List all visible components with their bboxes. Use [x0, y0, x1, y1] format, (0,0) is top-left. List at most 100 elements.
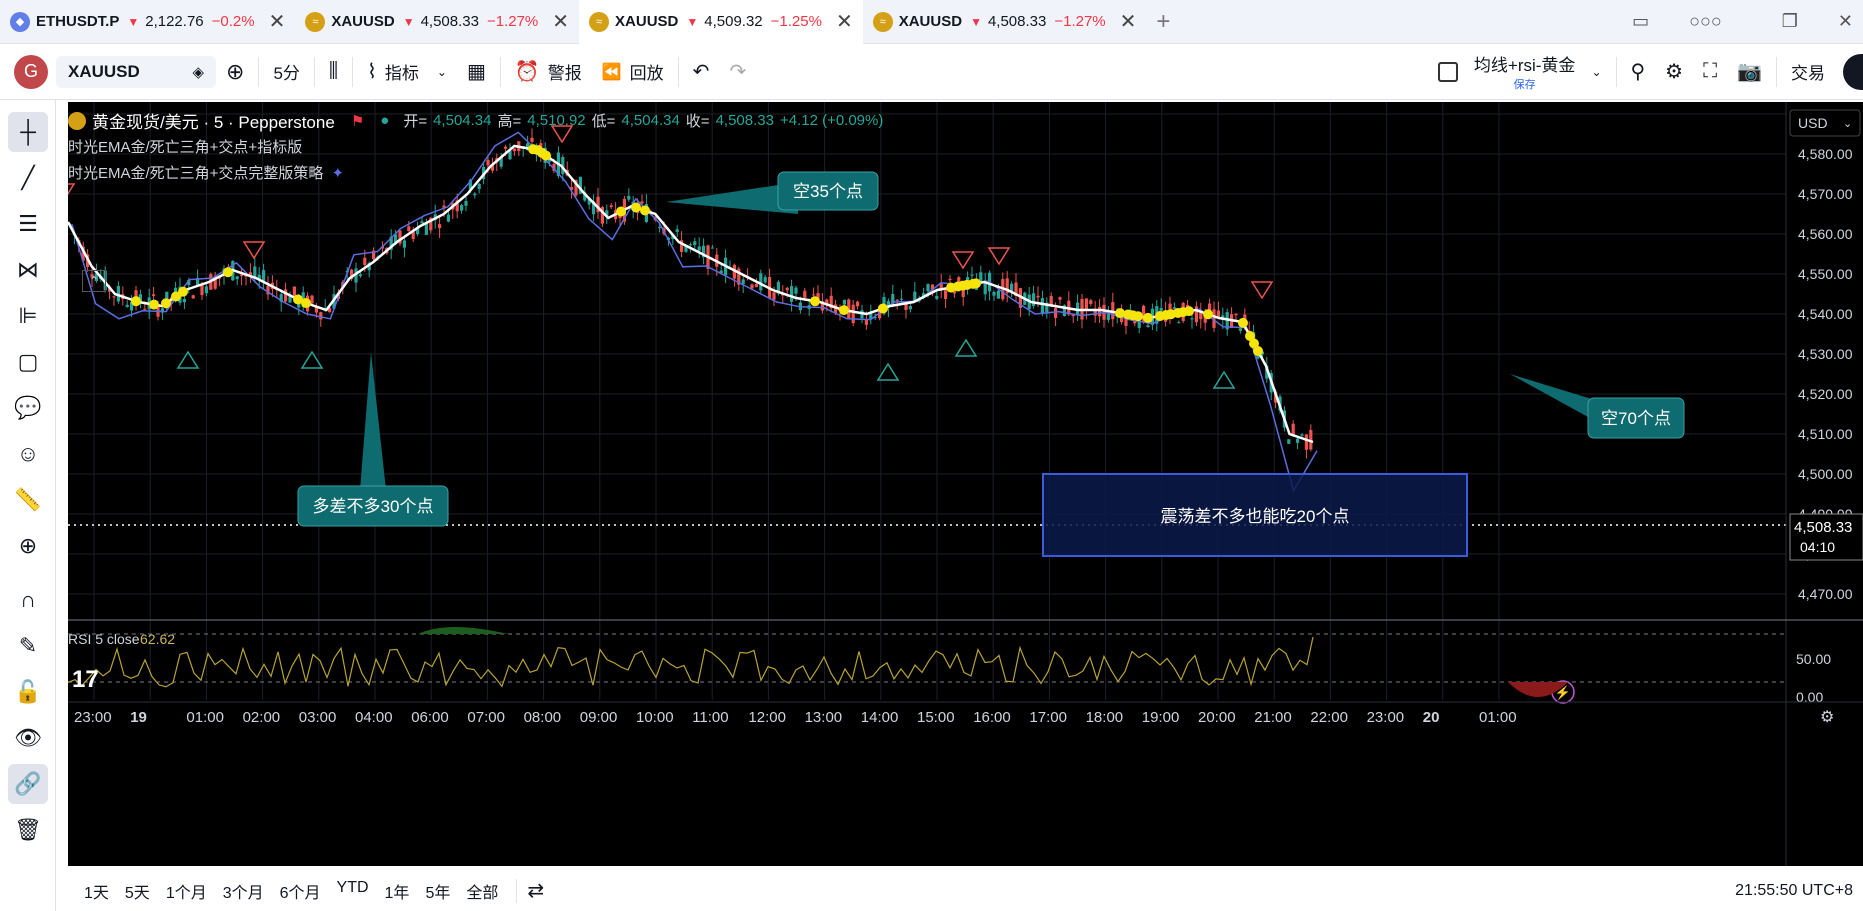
more-icon[interactable]: ○○○ — [1679, 0, 1732, 44]
range-button-8[interactable]: 全部 — [458, 879, 506, 903]
new-tab-button[interactable]: + — [1146, 0, 1180, 44]
tab-2[interactable]: ≈ XAUUSD ▼ 4,509.32 −1.25% ✕ — [579, 0, 863, 44]
price-axis[interactable] — [1786, 102, 1863, 866]
screenshot-button[interactable]: 📷 — [1727, 44, 1772, 100]
undo-button[interactable]: ↶ — [683, 44, 720, 100]
close-icon[interactable]: ✕ — [552, 9, 569, 34]
buy-triangle — [1212, 370, 1236, 389]
layout-name-button[interactable]: 均线+rsi-黄金 保存 — [1468, 44, 1582, 100]
range-button-7[interactable]: 5年 — [417, 879, 458, 903]
range-button-2[interactable]: 1个月 — [158, 879, 215, 903]
shapes-icon[interactable]: ▢ — [8, 342, 48, 382]
candle-body — [948, 278, 952, 281]
text-note-icon[interactable]: 💬 — [8, 388, 48, 428]
indicator-legend-1[interactable]: 时光EMA金/死亡三角+交点+指标版 — [68, 136, 302, 157]
callout-pointer — [360, 352, 386, 490]
trade-button[interactable]: 交易 — [1781, 44, 1835, 100]
tab-0[interactable]: ◆ ETHUSDT.P ▼ 2,122.76 −0.2% ✕ — [0, 0, 295, 44]
emoji-icon[interactable]: ☺ — [8, 434, 48, 474]
candle-body — [319, 312, 323, 320]
fib-lines-icon[interactable]: ☰ — [8, 204, 48, 244]
layouts-button[interactable]: ▦ — [457, 44, 496, 100]
close-window-icon[interactable]: ✕ — [1828, 0, 1863, 44]
tab-symbol: XAUUSD — [331, 13, 395, 30]
symbol-search-value: XAUUSD — [68, 61, 140, 81]
fullscreen-button[interactable]: ⛶ — [1693, 44, 1727, 100]
candle-body — [1216, 310, 1220, 317]
tab-1[interactable]: ≈ XAUUSD ▼ 4,508.33 −1.27% ✕ — [295, 0, 579, 44]
camera-icon: 📷 — [1737, 61, 1762, 83]
forecast-icon[interactable]: ⊫ — [8, 296, 48, 336]
indicator-legend-2-row[interactable]: 时光EMA金/死亡三角+交点完整版策略 ✦ — [68, 162, 344, 183]
time-axis[interactable]: 23:00 19 01:00 02:00 03:00 04:00 06:00 07:00 08:… — [74, 709, 1517, 726]
settings-button[interactable]: ⚙ — [1655, 44, 1693, 100]
chart-type-button[interactable]: ⫼ — [319, 44, 348, 100]
close-icon[interactable]: ✕ — [269, 9, 286, 34]
down-arrow-icon: ▼ — [402, 14, 415, 29]
lock-icon[interactable]: 🔓 — [8, 672, 48, 712]
eye-icon[interactable]: 👁 — [8, 718, 48, 758]
avatar[interactable]: G — [14, 54, 48, 89]
range-button-1[interactable]: 5天 — [117, 879, 158, 903]
chart-canvas[interactable]: 震荡差不多也能吃20个点 空35个点 多差不多30个点 空70个点 ⚡ 4,59… — [52, 102, 1863, 866]
cross-dot — [1253, 345, 1263, 356]
callout-short35-text: 空35个点 — [793, 182, 863, 201]
draw-lock-icon[interactable]: ✎ — [8, 626, 48, 666]
candle-body — [191, 295, 195, 299]
close-icon[interactable]: ✕ — [1120, 9, 1137, 34]
redo-button[interactable]: ↷ — [719, 44, 756, 100]
cross-dot — [971, 278, 981, 289]
indicators-button[interactable]: ⌇ 指标 ⌄ — [357, 44, 457, 100]
time-tick: 07:00 — [467, 709, 505, 726]
panel-toggle[interactable] — [1843, 53, 1863, 90]
close-icon[interactable]: ✕ — [836, 9, 853, 34]
tab-bar: ◆ ETHUSDT.P ▼ 2,122.76 −0.2% ✕ ≈ XAUUSD … — [0, 0, 1863, 44]
magnet-icon[interactable]: ∩ — [8, 580, 48, 620]
gear-icon[interactable]: ⚙ — [1820, 709, 1834, 726]
link-icon[interactable]: 🔗 — [8, 764, 48, 804]
crosshair-icon[interactable]: ┼ — [8, 112, 48, 152]
range-button-5[interactable]: YTD — [329, 879, 377, 903]
rsi-value: 62.62 — [140, 631, 175, 647]
layout-menu-button[interactable]: ⌄ — [1581, 44, 1611, 100]
tab-change: −0.2% — [211, 13, 255, 30]
candle-body — [1146, 325, 1150, 328]
goto-date-icon[interactable]: ⇄ — [527, 878, 544, 903]
ema-white-line — [66, 144, 1314, 444]
tab-symbol: ETHUSDT.P — [36, 13, 120, 30]
interval-button[interactable]: 5分 — [263, 44, 309, 100]
candle-body — [926, 284, 930, 292]
quick-search-button[interactable]: ⚲ — [1621, 44, 1656, 100]
range-button-6[interactable]: 1年 — [377, 879, 418, 903]
candle-body — [530, 137, 534, 142]
alert-button[interactable]: ⏰ 警报 — [505, 44, 592, 100]
flag-icon[interactable]: ⚑ — [351, 112, 364, 130]
pattern-icon[interactable]: ⋈ — [8, 250, 48, 290]
replay-button[interactable]: ⏪ 回放 — [592, 44, 674, 100]
compare-button[interactable]: ⊕ — [216, 44, 254, 100]
symbol-search[interactable]: XAUUSD ◈ — [56, 55, 216, 88]
ruler-icon[interactable]: 📏 — [8, 480, 48, 520]
candle-body — [152, 294, 156, 296]
chart-pane[interactable]: 震荡差不多也能吃20个点 空35个点 多差不多30个点 空70个点 ⚡ 4,59… — [52, 102, 1863, 866]
change-value: +4.12 (+0.09%) — [779, 112, 884, 129]
clock[interactable]: 21:55:50 UTC+8 — [1735, 882, 1853, 900]
trend-line-icon[interactable]: ╱ — [8, 158, 48, 198]
range-button-4[interactable]: 6个月 — [272, 879, 329, 903]
candle-body — [1177, 322, 1181, 324]
range-button-0[interactable]: 1天 — [76, 879, 117, 903]
tab-3[interactable]: ≈ XAUUSD ▼ 4,508.33 −1.27% ✕ — [863, 0, 1147, 44]
trash-icon[interactable]: 🗑 — [8, 810, 48, 850]
layout-checkbox[interactable] — [1428, 44, 1468, 100]
candle-body — [697, 246, 701, 251]
zoom-in-icon[interactable]: ⊕ — [8, 526, 48, 566]
time-tick: 13:00 — [805, 709, 843, 726]
candle-body — [235, 276, 239, 280]
monitor-icon[interactable]: ▭ — [1622, 0, 1659, 44]
tab-price: 4,508.33 — [987, 13, 1047, 30]
collapse-legend-button[interactable]: ⌃ — [82, 270, 106, 292]
sell-triangle — [1250, 281, 1274, 300]
range-button-3[interactable]: 3个月 — [215, 879, 272, 903]
candle-body — [1234, 313, 1238, 316]
restore-window-icon[interactable]: ❐ — [1772, 0, 1808, 44]
